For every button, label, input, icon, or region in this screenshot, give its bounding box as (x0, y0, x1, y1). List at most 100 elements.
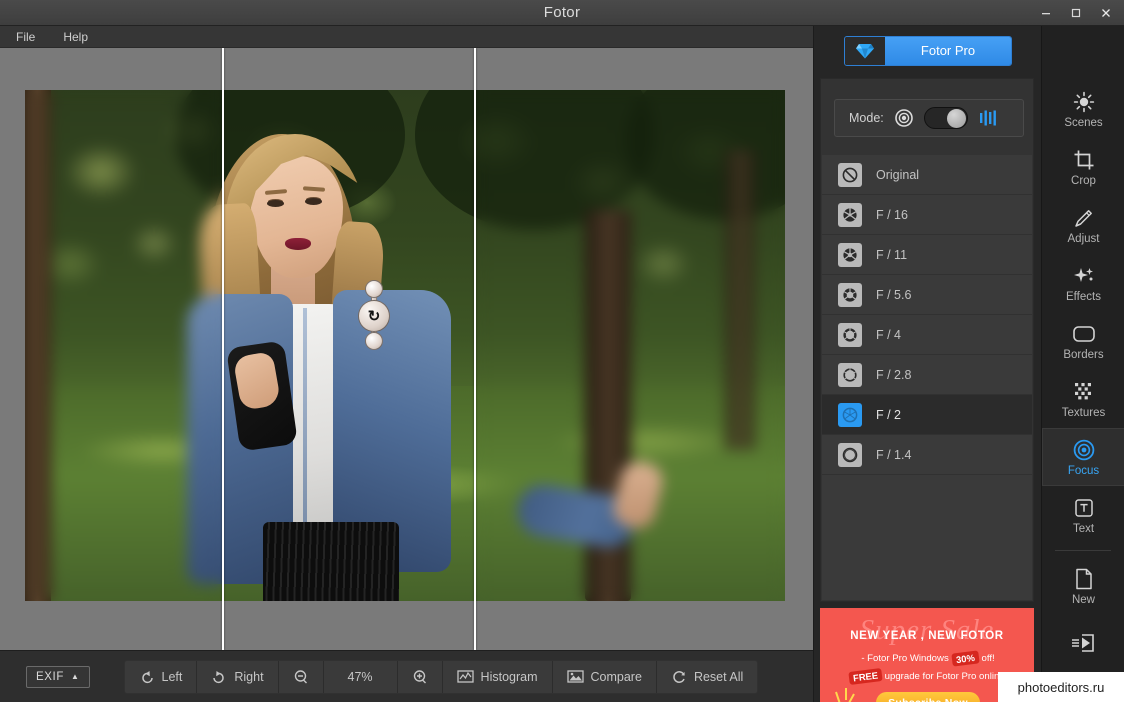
aperture-icon (838, 362, 862, 387)
focus-guide-line-left[interactable] (222, 48, 224, 650)
promo-line-1: - Fotor Pro Windows 30% off! (830, 650, 1026, 667)
promo-line1-prefix: - Fotor Pro Windows (861, 653, 949, 664)
focus-guide-line-right[interactable] (474, 48, 476, 650)
aperture-label: F / 1.4 (876, 447, 912, 462)
rail-item-label: Scenes (1064, 116, 1103, 129)
aperture-item-f11[interactable]: F / 11 (822, 235, 1032, 275)
menu-item-help[interactable]: Help (59, 28, 92, 46)
aperture-label: F / 2.8 (876, 367, 912, 382)
menu-item-file[interactable]: File (12, 28, 39, 46)
rail-item-label: Textures (1061, 406, 1106, 419)
histogram-button[interactable]: Histogram (443, 660, 553, 693)
title-bar: Fotor (0, 0, 1124, 26)
promo-line1-suffix: off! (981, 653, 995, 664)
tool-rail: Home Scenes Crop Adjust Effects (1041, 26, 1124, 702)
radial-focus-icon[interactable] (894, 106, 914, 130)
aperture-list: Original F / 16 F / 11 F / 5.6 F / 4 F /… (822, 155, 1032, 600)
rail-item-focus[interactable]: Focus (1042, 428, 1124, 486)
mode-toggle[interactable] (923, 107, 968, 129)
histogram-icon (456, 665, 474, 689)
rail-item-label: Borders (1063, 348, 1104, 361)
aperture-item-f16[interactable]: F / 16 (822, 195, 1032, 235)
aperture-icon (838, 402, 862, 427)
rotate-left-label: Left (161, 669, 183, 684)
focus-panel: Mode: Original F / 16 F / 11 F / 5.6 F /… (820, 78, 1034, 602)
rail-item-textures[interactable]: Textures (1042, 370, 1124, 428)
aperture-label: F / 2 (876, 407, 902, 422)
rail-item-effects[interactable]: Effects (1042, 254, 1124, 312)
rail-item-adjust[interactable]: Adjust (1042, 196, 1124, 254)
sun-icon (1073, 90, 1095, 114)
tree-trunk (25, 90, 51, 601)
aperture-item-f28[interactable]: F / 2.8 (822, 355, 1032, 395)
reset-all-button[interactable]: Reset All (657, 661, 757, 693)
promo-line-2: FREE upgrade for Fotor Pro online! (830, 668, 1026, 685)
aperture-item-f14[interactable]: F / 1.4 (822, 435, 1032, 475)
pro-row: Fotor Pro (814, 26, 1042, 76)
focus-handle-knob-top[interactable] (365, 280, 383, 298)
mode-label: Mode: (849, 111, 884, 125)
zoom-in-button[interactable] (398, 660, 443, 693)
photo-subject (185, 118, 470, 601)
zoom-out-button[interactable] (279, 660, 324, 693)
rotate-right-button[interactable]: Right (197, 660, 279, 693)
aperture-item-original[interactable]: Original (822, 155, 1032, 195)
aperture-label: F / 5.6 (876, 287, 912, 302)
text-icon (1073, 496, 1095, 520)
aperture-icon (838, 202, 862, 227)
right-panel: Fotor Pro Mode: Original F / 16 F / 11 F… (813, 26, 1041, 702)
aperture-item-f56[interactable]: F / 5.6 (822, 275, 1032, 315)
menu-bar: File Help (0, 26, 813, 48)
exif-button[interactable]: EXIF ▲ (26, 665, 90, 688)
focus-handle-knob-bottom[interactable] (365, 332, 383, 350)
subject-eye-right (305, 198, 322, 205)
rail-item-label: Focus (1067, 464, 1100, 477)
pencil-icon (1073, 206, 1095, 230)
compare-button[interactable]: Compare (553, 660, 657, 693)
aperture-label: F / 16 (876, 207, 908, 222)
zoom-level[interactable]: 47% (324, 660, 398, 693)
aperture-icon (838, 442, 862, 467)
no-blur-icon (838, 162, 862, 187)
rotate-left-button[interactable]: Left (125, 660, 198, 693)
photo-preview[interactable]: ↻ (25, 90, 785, 601)
exif-label: EXIF (36, 670, 64, 683)
maximize-button[interactable] (1062, 2, 1090, 23)
focus-handle[interactable]: ↻ (358, 280, 390, 350)
compare-icon (566, 665, 584, 689)
linear-focus-icon[interactable] (978, 106, 1000, 130)
rotate-right-label: Right (234, 669, 264, 684)
texture-icon (1073, 380, 1095, 404)
focus-icon (1072, 438, 1096, 462)
aperture-label: Original (876, 167, 920, 182)
window-controls (1032, 2, 1120, 23)
promo-free-badge: FREE (847, 668, 883, 685)
rail-item-label: Adjust (1067, 232, 1100, 245)
rail-item-export[interactable] (1042, 615, 1124, 673)
zoom-out-icon (293, 665, 309, 689)
subscribe-now-button[interactable]: Subscribe Now (876, 692, 980, 702)
sparkle-icon (1073, 264, 1095, 288)
rail-item-text[interactable]: Text (1042, 486, 1124, 544)
tree-trunk (725, 150, 755, 450)
aperture-label: F / 11 (876, 247, 908, 262)
image-canvas[interactable]: ↻ (0, 48, 813, 650)
rail-item-new[interactable]: New (1042, 557, 1124, 615)
rail-item-scenes[interactable]: Scenes (1042, 80, 1124, 138)
rail-item-borders[interactable]: Borders (1042, 312, 1124, 370)
aperture-item-f2[interactable]: F / 2 (822, 395, 1032, 435)
border-icon (1072, 322, 1096, 346)
minimize-button[interactable] (1032, 2, 1060, 23)
rail-item-crop[interactable]: Crop (1042, 138, 1124, 196)
histogram-label: Histogram (480, 669, 538, 684)
window-title: Fotor (543, 4, 581, 21)
confetti-icon (835, 688, 855, 702)
aperture-item-f4[interactable]: F / 4 (822, 315, 1032, 355)
fotor-pro-label: Fotor Pro (885, 37, 1011, 65)
aperture-icon (838, 322, 862, 347)
mode-control: Mode: (834, 99, 1024, 137)
close-button[interactable] (1092, 2, 1120, 23)
fotor-pro-button[interactable]: Fotor Pro (844, 36, 1012, 66)
subject-skirt (263, 522, 399, 601)
focus-rotate-knob[interactable]: ↻ (358, 300, 390, 332)
